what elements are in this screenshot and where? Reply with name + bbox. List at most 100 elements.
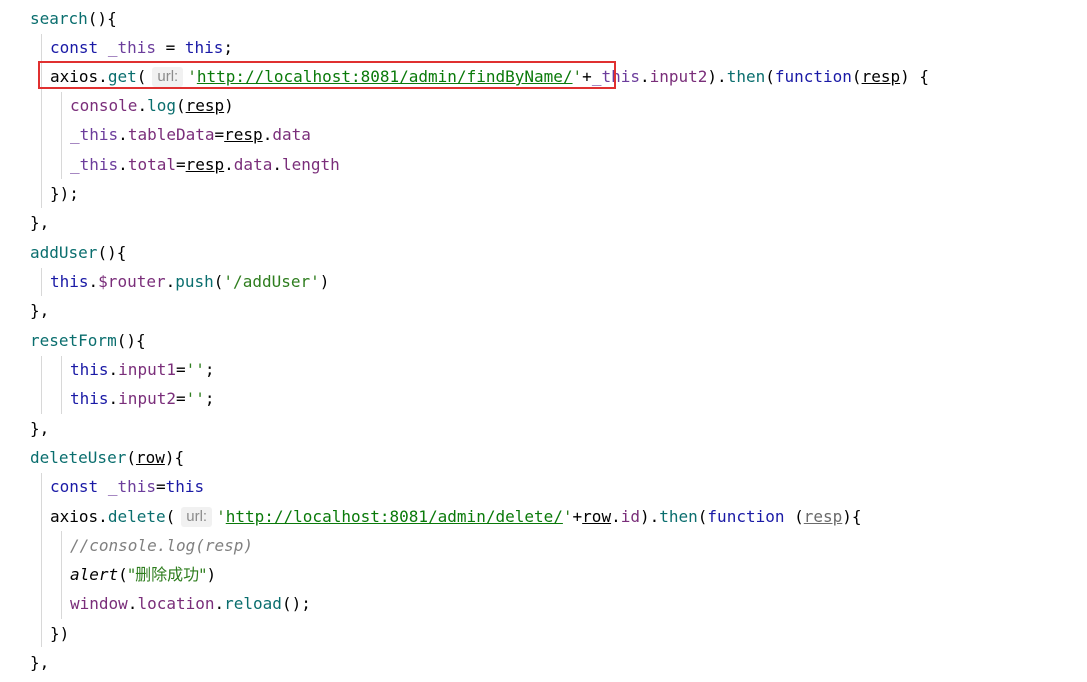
indent-guide: [41, 356, 42, 414]
property: id: [620, 507, 640, 526]
property: data: [272, 125, 311, 144]
parameter: row: [135, 448, 165, 467]
punctuation: (: [851, 67, 862, 86]
code-line[interactable]: window.location.reload();: [70, 589, 311, 618]
keyword: function: [707, 507, 785, 526]
property: input1: [118, 360, 176, 379]
punctuation: .: [127, 594, 138, 613]
highlight-box: [38, 61, 616, 89]
operator: =: [175, 389, 186, 408]
punctuation: (: [213, 272, 224, 291]
keyword: this: [50, 272, 89, 291]
code-line[interactable]: },: [30, 414, 49, 443]
function-call: alert: [70, 565, 119, 584]
punctuation: =: [155, 38, 185, 57]
method-call: then: [726, 67, 766, 86]
identifier: axios: [50, 507, 99, 526]
property: tableData: [127, 125, 215, 144]
code-line[interactable]: const _this = this;: [50, 33, 233, 62]
punctuation: ) {: [900, 67, 929, 86]
string-literal: '': [185, 360, 205, 379]
code-editor[interactable]: search(){ const _this = this; axios.get(…: [0, 0, 1087, 682]
keyword: this: [165, 477, 205, 496]
code-line[interactable]: deleteUser(row){: [30, 443, 184, 472]
code-line[interactable]: this.$router.push('/addUser'): [50, 267, 329, 296]
operator: =: [214, 125, 225, 144]
punctuation: ();: [281, 594, 311, 613]
variable: _this: [107, 477, 156, 496]
punctuation: (: [165, 507, 176, 526]
punctuation: .: [611, 507, 621, 526]
parameter-hint: url:: [181, 507, 213, 527]
method-name: deleteUser: [30, 448, 127, 467]
method-call: reload: [224, 594, 282, 613]
method-call: log: [147, 96, 176, 115]
punctuation: [784, 507, 794, 526]
string-literal: '/addUser': [223, 272, 320, 291]
punctuation: (: [175, 96, 186, 115]
operator: +: [572, 507, 583, 526]
punctuation: ).: [639, 507, 660, 526]
punctuation: .: [118, 155, 128, 174]
punctuation: ;: [204, 389, 215, 408]
punctuation: ): [319, 272, 330, 291]
code-line[interactable]: addUser(){: [30, 238, 126, 267]
indent-guide: [61, 356, 62, 414]
punctuation: .: [137, 96, 148, 115]
identifier: window: [70, 594, 128, 613]
string-quote: ': [562, 507, 573, 526]
punctuation: (: [126, 448, 136, 467]
property: length: [281, 155, 340, 174]
variable: _this: [70, 125, 119, 144]
code-line[interactable]: _this.tableData=resp.data: [70, 120, 311, 149]
property: data: [233, 155, 273, 174]
keyword: const: [50, 38, 99, 57]
indent-guide: [41, 268, 42, 296]
property: $router: [98, 272, 166, 291]
property: input2: [649, 67, 708, 86]
method-call: delete: [107, 507, 166, 526]
code-line[interactable]: axios.delete(url:'http://localhost:8081/…: [50, 502, 862, 531]
punctuation: .: [272, 155, 282, 174]
punctuation: .: [165, 272, 176, 291]
punctuation: (: [697, 507, 708, 526]
punctuation: ;: [223, 38, 234, 57]
code-line[interactable]: console.log(resp): [70, 91, 234, 120]
code-line[interactable]: },: [30, 296, 49, 325]
keyword: this: [184, 38, 224, 57]
punctuation: },: [30, 213, 50, 232]
punctuation: (){: [116, 331, 146, 350]
punctuation: (: [118, 565, 128, 584]
code-line[interactable]: search(){: [30, 4, 117, 33]
code-line[interactable]: this.input2='';: [70, 384, 215, 413]
code-line[interactable]: _this.total=resp.data.length: [70, 150, 340, 179]
variable: _this: [70, 155, 119, 174]
punctuation: .: [108, 360, 119, 379]
punctuation: (){: [97, 243, 127, 262]
property: location: [137, 594, 215, 613]
code-line[interactable]: //console.log(resp): [70, 531, 253, 560]
code-line[interactable]: this.input1='';: [70, 355, 215, 384]
string-literal: "删除成功": [127, 565, 207, 584]
punctuation: .: [118, 125, 128, 144]
code-line[interactable]: const _this=this: [50, 472, 204, 501]
keyword: function: [774, 67, 852, 86]
code-line[interactable]: alert("删除成功"): [70, 560, 216, 589]
code-line[interactable]: }): [50, 619, 69, 648]
parameter: row: [582, 507, 612, 526]
code-line[interactable]: });: [50, 179, 79, 208]
punctuation: .: [98, 507, 108, 526]
property: total: [127, 155, 176, 174]
parameter: resp: [185, 96, 225, 115]
code-line[interactable]: },: [30, 648, 49, 677]
punctuation: ){: [842, 507, 862, 526]
identifier: console: [70, 96, 138, 115]
parameter: resp: [861, 67, 901, 86]
url-link[interactable]: http://localhost:8081/admin/delete/: [226, 507, 563, 526]
punctuation: .: [262, 125, 273, 144]
punctuation: (){: [87, 9, 117, 28]
punctuation: ): [224, 96, 234, 115]
code-line[interactable]: resetForm(){: [30, 326, 146, 355]
code-line[interactable]: },: [30, 208, 49, 237]
punctuation: ): [206, 565, 217, 584]
